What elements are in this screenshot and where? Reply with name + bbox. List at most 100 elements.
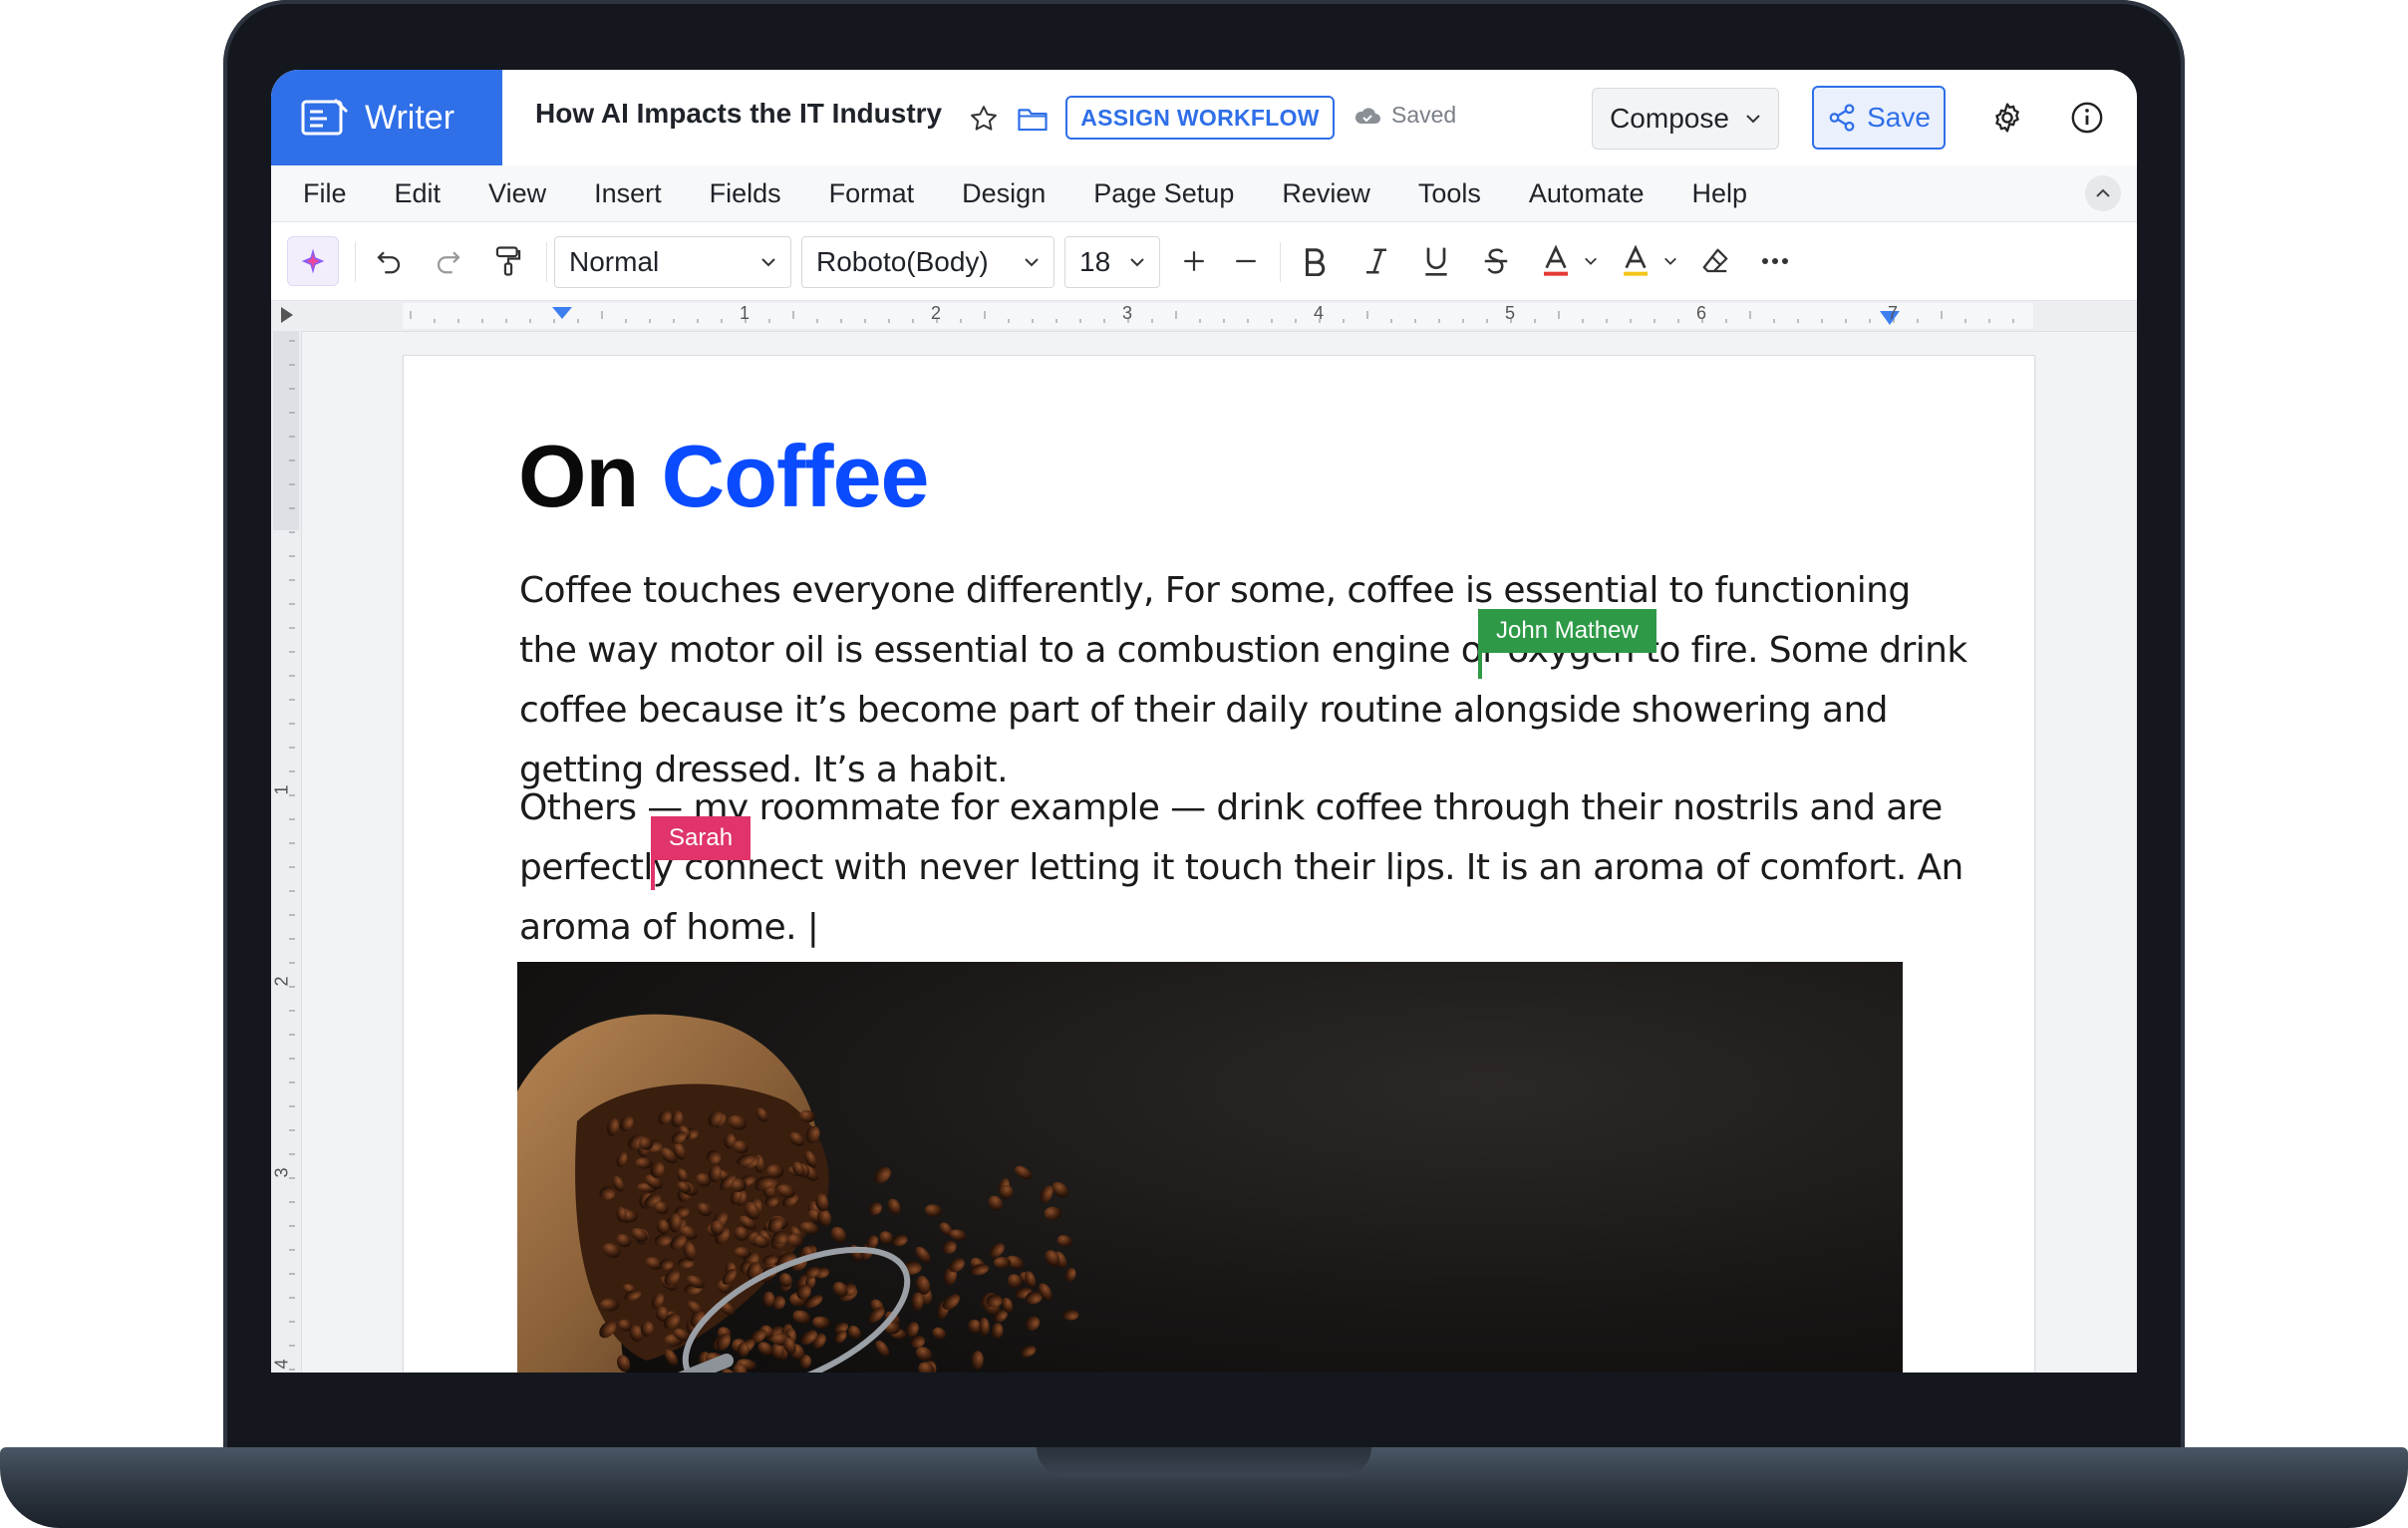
menu-edit[interactable]: Edit bbox=[395, 178, 442, 209]
menu-format[interactable]: Format bbox=[829, 178, 915, 209]
text-color-button[interactable] bbox=[1533, 236, 1579, 286]
font-family-value: Roboto(Body) bbox=[816, 246, 989, 277]
vruler-mark-4: 4 bbox=[271, 1359, 292, 1370]
vruler-mark-3: 3 bbox=[271, 1167, 292, 1178]
ruler-ticks bbox=[281, 303, 2033, 329]
chevron-down-icon bbox=[1664, 257, 1676, 265]
font-size-dropdown[interactable]: 18 bbox=[1064, 236, 1160, 288]
ruler-mark-3: 3 bbox=[1122, 303, 1133, 323]
ruler-mark-6: 6 bbox=[1696, 303, 1707, 323]
underline-button[interactable] bbox=[1413, 236, 1459, 286]
compose-dropdown[interactable]: Compose bbox=[1592, 88, 1779, 150]
coffee-image[interactable] bbox=[517, 962, 1903, 1373]
redo-button[interactable] bbox=[427, 236, 470, 286]
paragraph-style-value: Normal bbox=[569, 246, 660, 277]
assign-workflow-button[interactable]: ASSIGN WORKFLOW bbox=[1065, 96, 1335, 140]
highlight-icon bbox=[1624, 245, 1648, 276]
redo-icon bbox=[437, 251, 460, 274]
menu-file[interactable]: File bbox=[303, 178, 347, 209]
collapse-toolbar-button[interactable] bbox=[2085, 175, 2121, 211]
menu-fields[interactable]: Fields bbox=[710, 178, 781, 209]
bold-icon bbox=[1306, 248, 1326, 276]
vruler-mark-1: 1 bbox=[271, 784, 292, 795]
underline-icon bbox=[1425, 247, 1447, 276]
undo-icon bbox=[377, 251, 401, 274]
app-header: Writer How AI Impacts the IT Industry AS… bbox=[271, 70, 2137, 166]
save-button[interactable]: Save bbox=[1812, 86, 1946, 150]
strikethrough-button[interactable] bbox=[1473, 236, 1519, 286]
ruler-mark-4: 4 bbox=[1314, 303, 1325, 323]
menu-automate[interactable]: Automate bbox=[1529, 178, 1645, 209]
vruler-mark-2: 2 bbox=[271, 976, 292, 987]
ai-sparkle-icon bbox=[301, 248, 325, 274]
more-icon bbox=[1762, 258, 1788, 264]
bold-button[interactable] bbox=[1292, 236, 1338, 286]
highlight-dropdown[interactable] bbox=[1658, 236, 1682, 286]
info-icon[interactable] bbox=[2067, 98, 2107, 138]
vertical-ruler[interactable]: 1 2 3 4 bbox=[271, 331, 302, 1373]
writer-logo-icon bbox=[301, 98, 349, 136]
folder-icon[interactable] bbox=[1015, 102, 1051, 136]
toolbar-separator bbox=[546, 242, 547, 282]
ruler-mark-5: 5 bbox=[1505, 303, 1516, 323]
format-painter-button[interactable] bbox=[486, 236, 530, 286]
save-label: Save bbox=[1867, 102, 1931, 133]
menu-design[interactable]: Design bbox=[962, 178, 1046, 209]
document-page[interactable]: On Coffee Coffee touches everyone differ… bbox=[403, 355, 2035, 1373]
brand[interactable]: Writer bbox=[271, 70, 502, 165]
heading-accent-text: Coffee bbox=[661, 427, 930, 525]
collaborator-tag-sarah: Sarah bbox=[651, 816, 752, 860]
chevron-down-icon bbox=[761, 258, 775, 267]
plus-icon bbox=[1184, 251, 1204, 271]
app-name: Writer bbox=[365, 98, 455, 137]
ruler-arrow-icon bbox=[281, 307, 293, 323]
menu-insert[interactable]: Insert bbox=[594, 178, 662, 209]
ruler-mark-7: 7 bbox=[1888, 303, 1899, 323]
font-family-dropdown[interactable]: Roboto(Body) bbox=[801, 236, 1054, 288]
minus-icon bbox=[1236, 259, 1256, 263]
saved-label: Saved bbox=[1391, 102, 1457, 128]
clear-format-button[interactable] bbox=[1692, 236, 1738, 286]
italic-button[interactable] bbox=[1354, 236, 1399, 286]
chevron-down-icon bbox=[1585, 257, 1597, 265]
share-icon bbox=[1829, 104, 1855, 132]
toolbar-separator bbox=[1280, 242, 1281, 282]
undo-button[interactable] bbox=[367, 236, 411, 286]
ai-assistant-button[interactable] bbox=[287, 236, 339, 286]
laptop-notch bbox=[1037, 1447, 1371, 1477]
horizontal-ruler[interactable]: 1 2 3 4 5 6 7 bbox=[271, 301, 2137, 332]
menu-help[interactable]: Help bbox=[1691, 178, 1747, 209]
vruler-ticks bbox=[273, 331, 299, 1371]
compose-label: Compose bbox=[1610, 103, 1729, 134]
ruler-mark-2: 2 bbox=[931, 303, 942, 323]
document-title[interactable]: How AI Impacts the IT Industry bbox=[535, 98, 942, 130]
chevron-down-icon bbox=[1025, 258, 1039, 267]
text-color-dropdown[interactable] bbox=[1579, 236, 1603, 286]
paragraph-1[interactable]: Coffee touches everyone differently, For… bbox=[519, 561, 1974, 800]
collaborator-tag-john: John Mathew bbox=[1478, 609, 1656, 653]
menu-view[interactable]: View bbox=[488, 178, 546, 209]
italic-icon bbox=[1366, 248, 1386, 274]
text-color-icon bbox=[1544, 245, 1568, 276]
chevron-down-icon bbox=[1130, 258, 1144, 267]
font-size-value: 18 bbox=[1079, 246, 1111, 277]
ruler-mark-1: 1 bbox=[740, 303, 751, 323]
highlight-button[interactable] bbox=[1613, 236, 1658, 286]
chevron-down-icon bbox=[1746, 115, 1760, 124]
more-options-button[interactable] bbox=[1752, 236, 1798, 286]
decrease-font-button[interactable] bbox=[1224, 236, 1268, 286]
paragraph-style-dropdown[interactable]: Normal bbox=[554, 236, 791, 288]
document-heading[interactable]: On Coffee bbox=[518, 426, 930, 527]
gear-icon[interactable] bbox=[1987, 98, 2027, 138]
cloud-icon bbox=[1354, 107, 1380, 124]
formatting-toolbar: Normal Roboto(Body) 18 bbox=[271, 222, 2137, 301]
app-window: Writer How AI Impacts the IT Industry AS… bbox=[271, 70, 2137, 1373]
menu-review[interactable]: Review bbox=[1282, 178, 1370, 209]
increase-font-button[interactable] bbox=[1172, 236, 1216, 286]
menu-page-setup[interactable]: Page Setup bbox=[1093, 178, 1234, 209]
eraser-icon bbox=[1702, 248, 1728, 273]
format-painter-icon bbox=[495, 246, 521, 276]
star-icon[interactable] bbox=[967, 102, 1001, 136]
menu-tools[interactable]: Tools bbox=[1418, 178, 1481, 209]
paragraph-2[interactable]: Others — my roommate for example — drink… bbox=[519, 778, 1974, 958]
